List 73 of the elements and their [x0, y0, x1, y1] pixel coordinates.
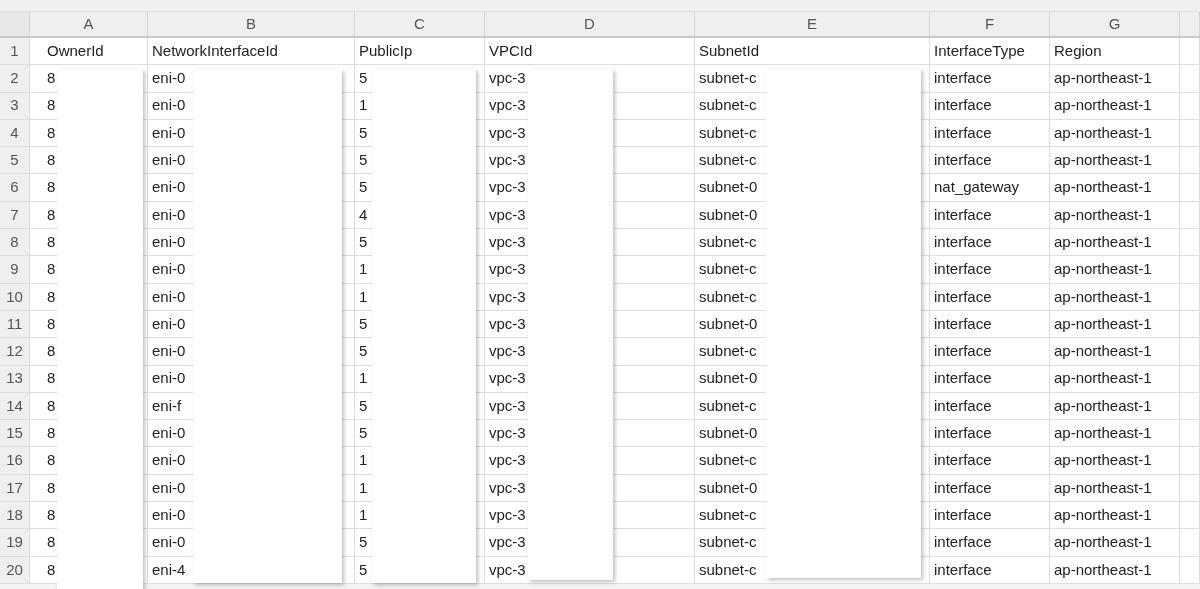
table-cell: ap-northeast-1 — [1050, 529, 1180, 557]
table-cell: interface — [930, 92, 1050, 120]
row-header[interactable]: 15 — [0, 420, 30, 448]
row-header[interactable]: 4 — [0, 119, 30, 148]
table-cell: ap-northeast-1 — [1050, 502, 1180, 530]
table-cell: interface — [930, 310, 1050, 339]
table-cell: ap-northeast-1 — [1050, 474, 1180, 503]
table-cell: interface — [930, 229, 1050, 257]
table-cell: interface — [930, 392, 1050, 421]
row-header[interactable]: 8 — [0, 229, 30, 257]
table-cell: interface — [930, 201, 1050, 230]
table-cell: ap-northeast-1 — [1050, 283, 1180, 311]
table-cell: interface — [930, 502, 1050, 530]
table-cell: ap-northeast-1 — [1050, 447, 1180, 475]
table-cell: VPCId — [485, 38, 695, 66]
row-header[interactable]: 13 — [0, 365, 30, 393]
table-cell: ap-northeast-1 — [1050, 310, 1180, 339]
column-header[interactable]: C — [355, 12, 485, 36]
table-cell: ap-northeast-1 — [1050, 65, 1180, 93]
table-cell: interface — [930, 256, 1050, 284]
row-header[interactable]: 19 — [0, 529, 30, 557]
row-header[interactable]: 10 — [0, 283, 30, 311]
column-header[interactable]: B — [148, 12, 355, 36]
table-cell: ap-northeast-1 — [1050, 119, 1180, 148]
table-cell: interface — [930, 119, 1050, 148]
row-header[interactable]: 17 — [0, 474, 30, 503]
table-cell: InterfaceType — [930, 38, 1050, 66]
row-header[interactable]: 20 — [0, 556, 30, 584]
table-cell: ap-northeast-1 — [1050, 392, 1180, 421]
row-header[interactable]: 18 — [0, 502, 30, 530]
select-all-corner[interactable] — [0, 12, 30, 36]
column-header[interactable]: A — [30, 12, 148, 36]
table-cell: ap-northeast-1 — [1050, 256, 1180, 284]
table-cell: interface — [930, 338, 1050, 366]
table-cell: interface — [930, 283, 1050, 311]
table-cell: interface — [930, 474, 1050, 503]
table-cell: SubnetId — [695, 38, 930, 66]
row-header[interactable]: 1 — [0, 38, 30, 66]
row-header[interactable]: 3 — [0, 92, 30, 120]
table-cell: ap-northeast-1 — [1050, 229, 1180, 257]
table-cell: ap-northeast-1 — [1050, 147, 1180, 175]
column-header[interactable]: E — [695, 12, 930, 36]
column-header[interactable]: F — [930, 12, 1050, 36]
table-cell: interface — [930, 65, 1050, 93]
table-cell: Region — [1050, 38, 1180, 66]
table-cell: interface — [930, 365, 1050, 393]
row-header[interactable]: 6 — [0, 174, 30, 202]
table-cell: OwnerId — [30, 38, 148, 66]
table-cell: PublicIp — [355, 38, 485, 66]
row-header[interactable]: 7 — [0, 201, 30, 230]
column-header[interactable]: G — [1050, 12, 1180, 36]
table-cell: interface — [930, 147, 1050, 175]
table-cell: ap-northeast-1 — [1050, 201, 1180, 230]
table-cell: ap-northeast-1 — [1050, 420, 1180, 448]
row-header[interactable]: 2 — [0, 65, 30, 93]
row-header[interactable]: 12 — [0, 338, 30, 366]
column-header[interactable]: D — [485, 12, 695, 36]
table-cell: ap-northeast-1 — [1050, 365, 1180, 393]
table-cell: ap-northeast-1 — [1050, 92, 1180, 120]
row-header[interactable]: 14 — [0, 392, 30, 421]
table-cell: ap-northeast-1 — [1050, 556, 1180, 584]
row-header[interactable]: 9 — [0, 256, 30, 284]
table-cell: interface — [930, 447, 1050, 475]
table-cell: NetworkInterfaceId — [148, 38, 355, 66]
row-header[interactable]: 11 — [0, 310, 30, 339]
table-cell: interface — [930, 529, 1050, 557]
table-cell: ap-northeast-1 — [1050, 174, 1180, 202]
row-header[interactable]: 16 — [0, 447, 30, 475]
table-cell: interface — [930, 420, 1050, 448]
row-header[interactable]: 5 — [0, 147, 30, 175]
table-cell: nat_gateway — [930, 174, 1050, 202]
table-cell: interface — [930, 556, 1050, 584]
table-cell: ap-northeast-1 — [1050, 338, 1180, 366]
